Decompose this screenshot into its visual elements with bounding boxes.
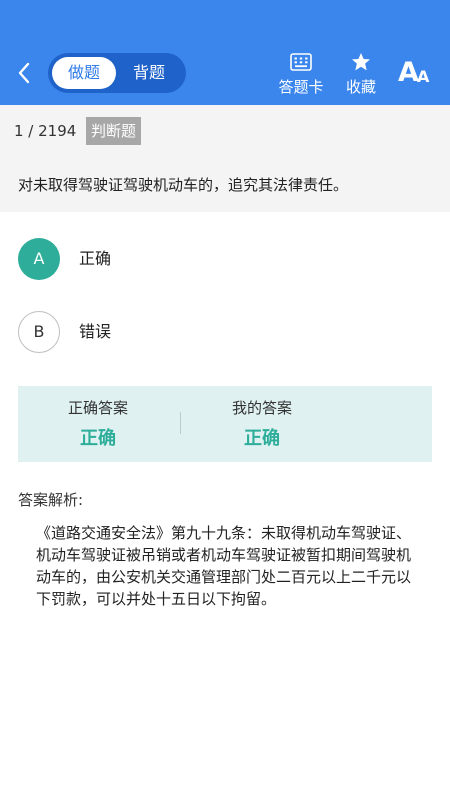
top-bar: 做题 背题 答题卡 收藏 A A	[0, 0, 450, 105]
my-answer-label: 我的答案	[231, 399, 292, 417]
correct-answer-value: 正确	[80, 428, 116, 449]
back-arrow-icon	[18, 62, 30, 84]
my-answer-value: 正确	[244, 428, 280, 449]
star-icon	[352, 53, 370, 71]
answer-card-button[interactable]: 答题卡	[274, 52, 328, 97]
option-a[interactable]: A 正确	[18, 238, 318, 280]
correct-answer-block: 正确答案 正确	[18, 386, 178, 450]
option-b-letter: B	[18, 311, 60, 353]
answer-summary: 正确答案 正确 我的答案 正确	[18, 386, 432, 462]
option-b[interactable]: B 错误	[18, 311, 318, 353]
favorite-button[interactable]: 收藏	[341, 52, 381, 97]
question-progress: 1 / 2194	[14, 122, 77, 140]
option-a-text: 正确	[79, 249, 112, 268]
favorite-label: 收藏	[345, 78, 376, 96]
back-button[interactable]	[12, 58, 38, 88]
font-size-icon-small: A	[417, 67, 430, 86]
explanation-text: 《道路交通安全法》第九十九条：未取得机动车驾驶证、机动车驾驶证被吊销或者机动车驾…	[36, 524, 412, 608]
answer-card-icon	[290, 53, 312, 71]
font-size-button[interactable]: A A	[398, 58, 432, 88]
tab-memorize[interactable]: 背题	[116, 57, 182, 89]
option-b-text: 错误	[79, 322, 112, 341]
explanation-title: 答案解析:	[18, 491, 84, 509]
my-answer-block: 我的答案 正确	[182, 386, 342, 450]
question-text: 对未取得驾驶证驾驶机动车的，追究其法律责任。	[18, 176, 349, 194]
question-panel: 1 / 2194 判断题 对未取得驾驶证驾驶机动车的，追究其法律责任。	[0, 105, 450, 212]
correct-answer-label: 正确答案	[67, 399, 128, 417]
answer-divider	[180, 412, 181, 434]
option-a-letter: A	[18, 238, 60, 280]
question-type-badge: 判断题	[86, 117, 142, 145]
font-size-icon-large: A	[398, 57, 419, 88]
answer-card-label: 答题卡	[278, 78, 324, 96]
tab-practice[interactable]: 做题	[52, 57, 116, 89]
mode-switch: 做题 背题	[48, 53, 186, 93]
